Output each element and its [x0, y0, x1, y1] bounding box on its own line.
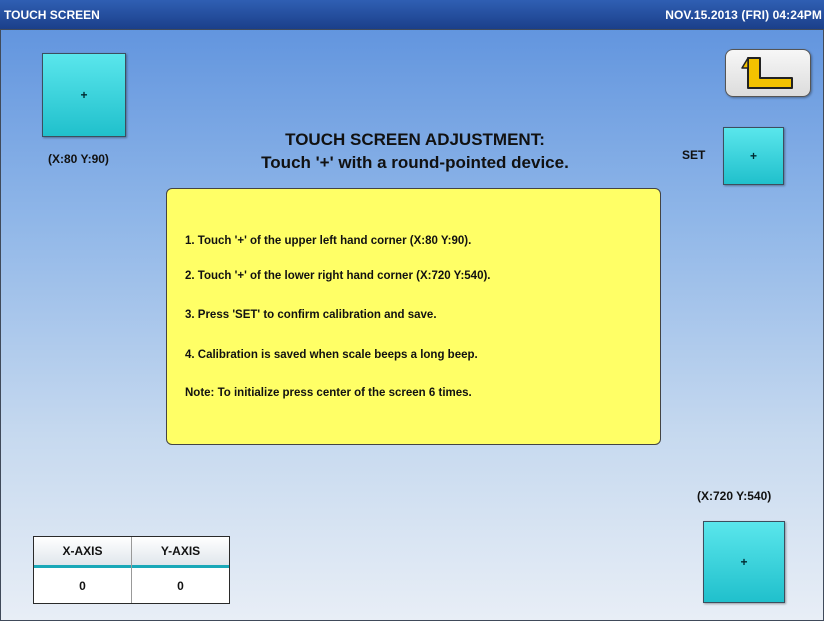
- instructions-panel: 1. Touch '+' of the upper left hand corn…: [166, 188, 661, 445]
- instruction-line: 1. Touch '+' of the upper left hand corn…: [185, 235, 472, 247]
- return-arrow-icon: [741, 57, 793, 89]
- lower-right-coordinate-label: (X:720 Y:540): [697, 489, 772, 503]
- y-axis-header: Y-AXIS: [132, 537, 229, 568]
- datetime-display: NOV.15.2013 (FRI) 04:24PM: [665, 8, 822, 22]
- set-label: SET: [682, 148, 706, 162]
- title-bar: TOUCH SCREEN NOV.15.2013 (FRI) 04:24PM: [0, 0, 824, 29]
- page-heading: TOUCH SCREEN ADJUSTMENT: Touch '+' with …: [200, 128, 630, 174]
- x-axis-value: 0: [79, 578, 86, 593]
- axis-readout: X-AXIS Y-AXIS 0 0: [33, 536, 230, 604]
- instruction-note: Note: To initialize press center of the …: [185, 387, 472, 399]
- plus-icon: +: [740, 555, 748, 569]
- plus-icon: +: [80, 88, 88, 102]
- heading-title: TOUCH SCREEN ADJUSTMENT:: [285, 130, 545, 149]
- instruction-line: 4. Calibration is saved when scale beeps…: [185, 349, 478, 361]
- back-button[interactable]: [725, 49, 811, 97]
- axis-divider: [131, 537, 132, 603]
- heading-subtitle: Touch '+' with a round-pointed device.: [261, 153, 569, 172]
- instruction-line: 2. Touch '+' of the lower right hand cor…: [185, 270, 491, 282]
- set-button[interactable]: +: [723, 127, 784, 185]
- window-title: TOUCH SCREEN: [4, 8, 100, 22]
- x-axis-header: X-AXIS: [34, 537, 131, 568]
- upper-left-calibration-target[interactable]: +: [42, 53, 126, 137]
- upper-left-coordinate-label: (X:80 Y:90): [48, 152, 109, 166]
- y-axis-value: 0: [177, 578, 184, 593]
- instruction-line: 3. Press 'SET' to confirm calibration an…: [185, 309, 437, 321]
- plus-icon: +: [749, 149, 757, 163]
- lower-right-calibration-target[interactable]: +: [703, 521, 785, 603]
